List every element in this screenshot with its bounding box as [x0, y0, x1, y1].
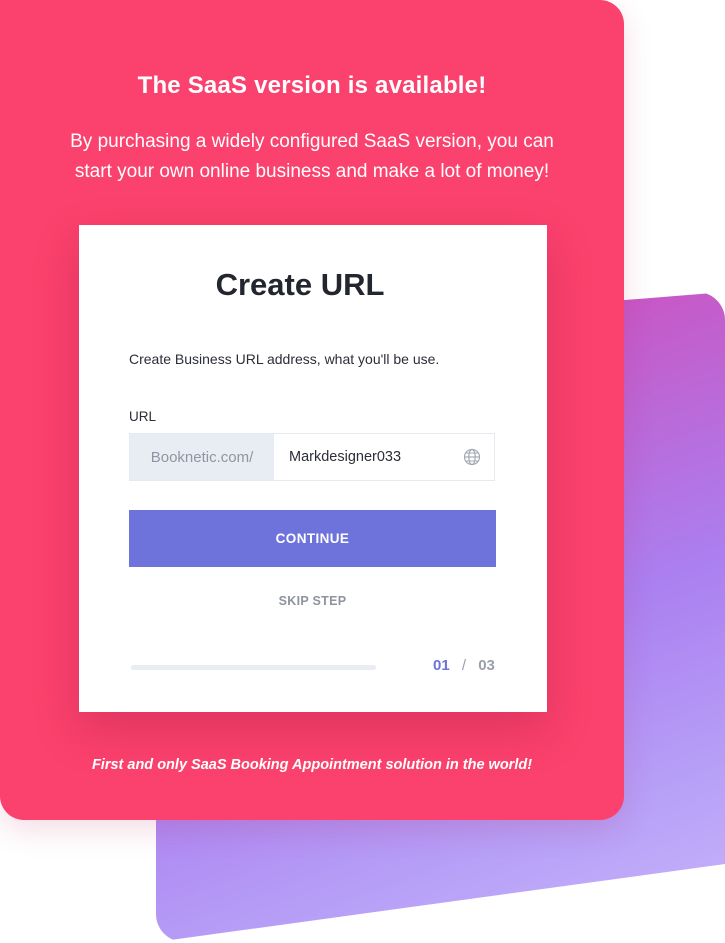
promo-subtext: By purchasing a widely configured SaaS v… — [40, 127, 584, 187]
promo-subtext-line-2: start your own online business and make … — [74, 161, 550, 182]
url-field-label: URL — [129, 409, 157, 424]
url-prefix: Booknetic.com/ — [130, 434, 274, 480]
url-input[interactable] — [274, 434, 450, 480]
globe-icon — [450, 434, 494, 480]
progress-bar-fill — [131, 665, 212, 670]
promo-stage: The SaaS version is available! By purcha… — [0, 0, 725, 943]
url-input-group: Booknetic.com/ — [129, 433, 495, 481]
skip-step-link[interactable]: SKIP STEP — [129, 594, 496, 608]
create-url-panel: Create URL Create Business URL address, … — [79, 225, 547, 712]
continue-button[interactable]: CONTINUE — [129, 510, 496, 567]
panel-title: Create URL — [215, 267, 385, 302]
promo-headline: The SaaS version is available! — [137, 72, 487, 99]
step-separator: / — [461, 657, 467, 674]
progress-bar — [131, 665, 376, 670]
panel-description: Create Business URL address, what you'll… — [129, 351, 440, 367]
current-step: 01 — [433, 657, 450, 674]
promo-card: The SaaS version is available! By purcha… — [0, 0, 624, 820]
promo-subtext-line-1: By purchasing a widely configured SaaS v… — [70, 131, 554, 152]
promo-footer-note: First and only SaaS Booking Appointment … — [91, 757, 533, 773]
step-counter: 01 / 03 — [433, 657, 495, 674]
total-steps: 03 — [478, 657, 495, 674]
